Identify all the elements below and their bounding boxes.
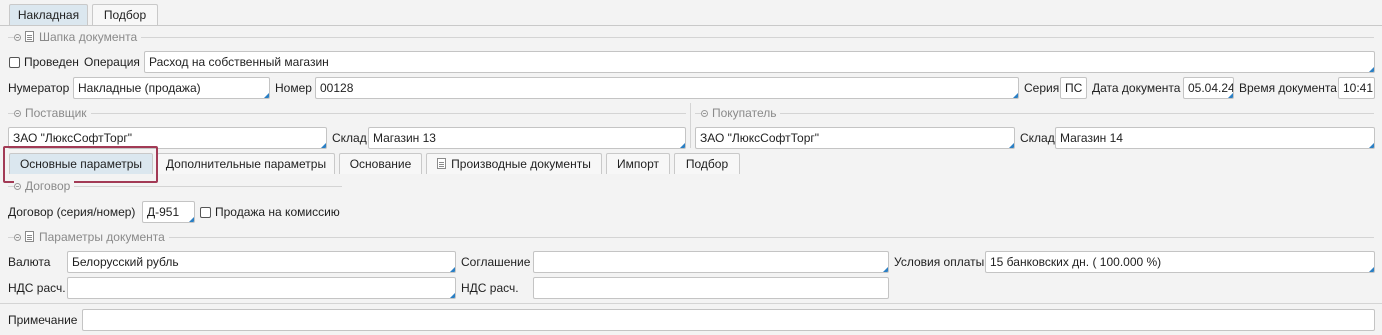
numerator-field[interactable]: Накладные (продажа) — [73, 77, 270, 99]
doc-time-label: Время документа — [1239, 81, 1337, 95]
currency-field[interactable]: Белорусский рубль — [67, 251, 456, 273]
numerator-label: Нумератор — [8, 81, 70, 95]
buyer-field[interactable]: ЗАО "ЛюксСофтТорг" — [695, 127, 1015, 149]
operation-field[interactable]: Расход на собственный магазин — [144, 51, 1375, 73]
vat-calc-field-2[interactable] — [533, 277, 889, 299]
doc-time-field[interactable]: 10:41 — [1338, 77, 1375, 99]
payment-terms-field[interactable]: 15 банковских дн. ( 100.000 %) — [985, 251, 1375, 273]
agreement-label: Соглашение — [461, 255, 531, 269]
document-icon — [25, 231, 34, 242]
buyer-warehouse-field[interactable]: Магазин 14 — [1055, 127, 1375, 149]
number-label: Номер — [275, 81, 312, 95]
tab-derived-docs[interactable]: Производные документы — [426, 153, 602, 174]
doc-params-section-title[interactable]: Параметры документа — [14, 229, 169, 245]
vat-calc-label-2: НДС расч. — [461, 281, 519, 295]
number-field[interactable]: 00128 — [315, 77, 1019, 99]
agreement-field[interactable] — [533, 251, 889, 273]
contract-label: Договор (серия/номер) — [8, 205, 136, 219]
posted-label: Проведен — [24, 55, 79, 69]
tab-additional-params[interactable]: Дополнительные параметры — [157, 153, 335, 174]
collapse-icon — [701, 110, 708, 117]
payment-terms-label: Условия оплаты — [894, 255, 985, 269]
supplier-warehouse-label: Склад — [332, 131, 367, 145]
vat-calc-field[interactable] — [67, 277, 456, 299]
note-field[interactable] — [82, 309, 1375, 331]
collapse-icon — [14, 234, 21, 241]
buyer-section-line — [695, 113, 1374, 114]
vat-calc-label: НДС расч. — [8, 281, 66, 295]
supplier-buyer-separator — [690, 103, 691, 148]
collapse-icon — [14, 34, 21, 41]
doc-params-section-line — [8, 237, 1374, 238]
tab-basis[interactable]: Основание — [339, 153, 422, 174]
document-icon — [25, 31, 34, 42]
supplier-warehouse-field[interactable]: Магазин 13 — [368, 127, 686, 149]
collapse-icon — [14, 110, 21, 117]
commission-checkbox[interactable] — [200, 207, 211, 218]
buyer-warehouse-label: Склад — [1020, 131, 1055, 145]
contract-section-title[interactable]: Договор — [14, 178, 75, 194]
note-divider — [0, 303, 1382, 304]
supplier-section-line — [8, 113, 686, 114]
operation-label: Операция — [84, 55, 140, 69]
note-label: Примечание — [8, 313, 78, 327]
tab-selection[interactable]: Подбор — [92, 4, 158, 25]
posted-checkbox[interactable] — [9, 57, 20, 68]
commission-label: Продажа на комиссию — [215, 205, 340, 219]
doc-date-label: Дата документа — [1092, 81, 1181, 95]
buyer-section-title[interactable]: Покупатель — [701, 105, 781, 121]
series-field[interactable]: ПС — [1060, 77, 1087, 99]
tab-import[interactable]: Импорт — [606, 153, 670, 174]
collapse-icon — [14, 183, 21, 190]
tab-strip-divider — [0, 25, 1382, 26]
document-icon — [437, 158, 447, 169]
tab-selection-inner[interactable]: Подбор — [674, 153, 740, 174]
series-label: Серия — [1024, 81, 1060, 95]
supplier-section-title[interactable]: Поставщик — [14, 105, 91, 121]
tab-invoice[interactable]: Накладная — [9, 4, 88, 25]
currency-label: Валюта — [8, 255, 51, 269]
doc-date-field[interactable]: 05.04.24 — [1183, 77, 1234, 99]
contract-field[interactable]: Д-951 — [142, 201, 195, 223]
header-section-title[interactable]: Шапка документа — [14, 29, 142, 45]
header-section-line — [8, 37, 1374, 38]
